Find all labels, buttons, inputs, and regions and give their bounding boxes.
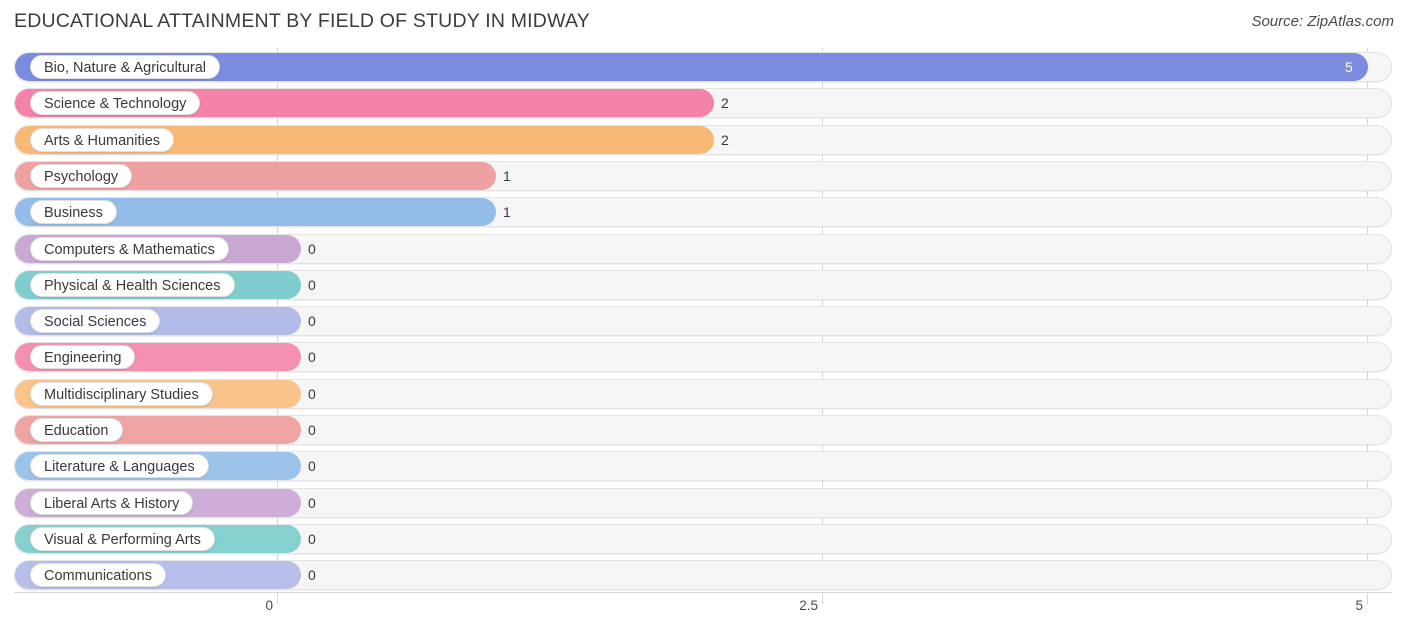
bar-row[interactable]: Bio, Nature & Agricultural 5 [14, 52, 1392, 82]
bar-row[interactable]: Arts & Humanities 2 [14, 124, 1392, 155]
bar-value-label: 5 [1345, 59, 1353, 75]
bar-value-label: 0 [308, 458, 316, 475]
axis-tick-label: 0 [265, 598, 273, 613]
category-label: Physical & Health Sciences [30, 272, 235, 297]
bar-row[interactable]: Computers & Mathematics 0 [14, 233, 1392, 264]
category-label: Science & Technology [30, 91, 201, 116]
axis-tick-label: 2.5 [799, 598, 818, 613]
plot-area: Bio, Nature & Agricultural 5 Science & Tec… [0, 48, 1406, 596]
category-label: Education [30, 418, 123, 442]
bar-value-label: 0 [308, 276, 316, 293]
category-label: Bio, Nature & Agricultural [30, 55, 220, 79]
chart-container: EDUCATIONAL ATTAINMENT BY FIELD OF STUDY… [0, 0, 1406, 632]
bar-row[interactable]: Liberal Arts & History 0 [14, 487, 1392, 518]
category-label: Literature & Languages [30, 454, 209, 479]
bar-row[interactable]: Multidisciplinary Studies 0 [14, 378, 1392, 409]
bar-value-label: 2 [721, 131, 729, 148]
category-label: Liberal Arts & History [30, 490, 194, 515]
x-axis: 0 2.5 5 [0, 592, 1406, 632]
bar-value-label: 1 [503, 204, 511, 221]
bar-value-label: 0 [308, 494, 316, 511]
bar-row[interactable]: Literature & Languages 0 [14, 451, 1392, 482]
category-label: Visual & Performing Arts [30, 526, 215, 551]
bar-value-label: 0 [308, 313, 316, 330]
bar-row[interactable]: Visual & Performing Arts 0 [14, 523, 1392, 554]
axis-tick-mark [822, 592, 823, 604]
bar-value-label: 1 [503, 167, 511, 184]
bar-row[interactable]: Communications 0 [14, 560, 1392, 591]
category-label: Psychology [30, 163, 133, 188]
category-label: Multidisciplinary Studies [30, 381, 213, 406]
bar-row[interactable]: Education 0 [14, 415, 1392, 445]
axis-tick-label: 5 [1355, 598, 1363, 613]
bar-row[interactable]: Social Sciences 0 [14, 306, 1392, 337]
page-title: EDUCATIONAL ATTAINMENT BY FIELD OF STUDY… [14, 10, 590, 32]
bar-row[interactable]: Physical & Health Sciences 0 [14, 269, 1392, 300]
bar-value-label: 0 [308, 530, 316, 547]
category-label: Engineering [30, 345, 136, 370]
bar-value-label: 0 [308, 240, 316, 257]
axis-line [14, 592, 1392, 593]
source-attribution: Source: ZipAtlas.com [1251, 13, 1394, 30]
axis-tick-mark [277, 592, 278, 604]
bar-row[interactable]: Business 1 [14, 197, 1392, 228]
bar-value-label: 0 [308, 385, 316, 402]
bar-value-label: 2 [721, 95, 729, 112]
chart-header: EDUCATIONAL ATTAINMENT BY FIELD OF STUDY… [0, 0, 1406, 44]
category-label: Arts & Humanities [30, 127, 175, 152]
category-label: Computers & Mathematics [30, 236, 229, 261]
bar-value-label: 0 [308, 567, 316, 584]
bar-row[interactable]: Engineering 0 [14, 342, 1392, 373]
category-label: Business [30, 200, 117, 225]
bar-row[interactable]: Science & Technology 2 [14, 88, 1392, 119]
axis-tick-mark [1367, 592, 1368, 604]
bar-value-label: 0 [308, 349, 316, 366]
bar-value-label: 0 [308, 422, 316, 438]
category-label: Social Sciences [30, 309, 161, 334]
category-label: Communications [30, 563, 166, 588]
bar-row[interactable]: Psychology 1 [14, 160, 1392, 191]
